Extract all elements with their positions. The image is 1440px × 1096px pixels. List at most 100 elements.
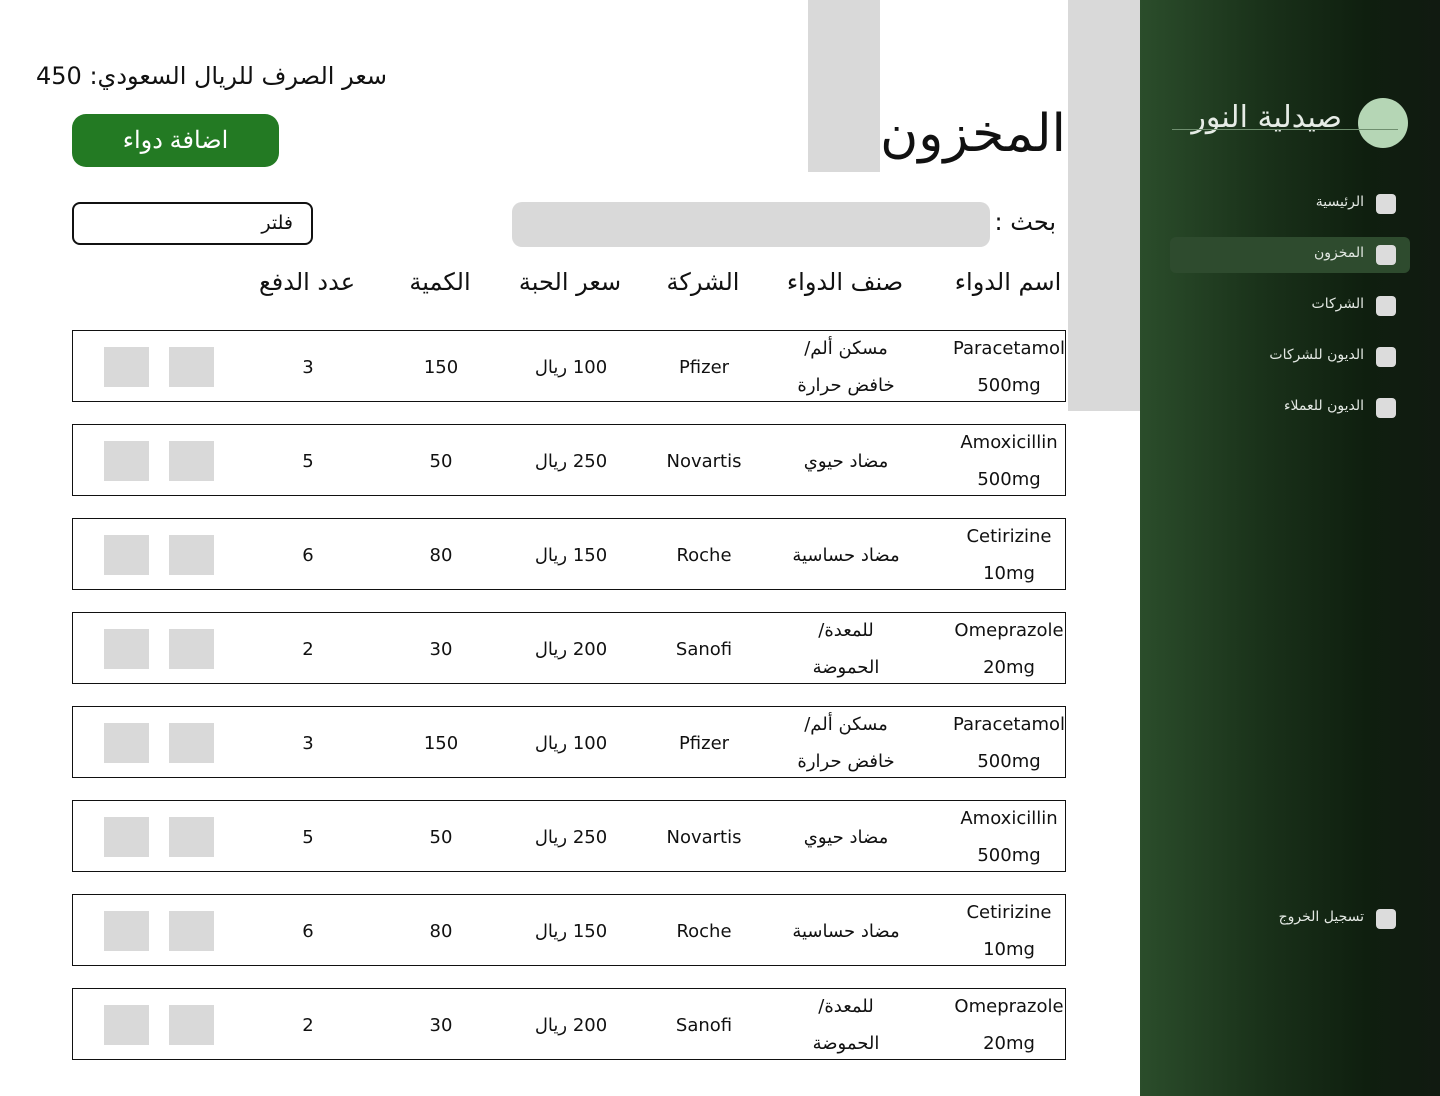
medicine-category-cell: مضاد حيوي (804, 425, 888, 497)
medicine-category-cell-line: مضاد حيوي (803, 826, 889, 848)
medicine-category-cell: مسكن ألم/خافض حرارة (797, 331, 894, 403)
medicine-category-cell-line: مسكن ألم/ (804, 338, 888, 359)
medicine-category-cell: مضاد حساسية (792, 519, 899, 591)
medicine-category-cell-line: للمعدة/ (818, 620, 874, 641)
medicine-name-cell: Omeprazole 20mg (954, 989, 1063, 1061)
row-action-button-delete[interactable] (104, 535, 149, 575)
sidebar-item-customer-debts[interactable]: الديون للعملاء (1170, 390, 1410, 426)
filter-label: فلتر (261, 212, 293, 234)
medicine-category-cell-line: مضاد حساسية (792, 544, 900, 566)
row-action-button-delete[interactable] (104, 1005, 149, 1045)
table-row: Cetirizine 10mg مضاد حساسية Roche 150 ريال 80… (72, 894, 1066, 966)
medicine-category-cell: مضاد حيوي (804, 801, 888, 873)
medicine-category-cell-line: خافض حرارة (797, 751, 895, 772)
medicine-name-cell-line: 20mg (983, 657, 1035, 678)
payments-cell: 6 (302, 544, 314, 566)
price-cell: 100 ريال (534, 732, 608, 754)
table-row: Amoxicillin 500mg مضاد حيوي Novartis 250 ريا… (72, 424, 1066, 496)
sidebar-item-inventory[interactable]: المخزون (1170, 237, 1410, 273)
filter-dropdown[interactable]: فلتر (72, 202, 313, 245)
add-medicine-button[interactable]: اضافة دواء (72, 114, 279, 167)
quantity-cell: 30 (429, 638, 453, 660)
medicine-name-cell-line: Cetirizine (966, 526, 1052, 547)
medicine-name-cell: Amoxicillin 500mg (960, 801, 1057, 873)
quantity-cell: 30 (429, 1014, 453, 1036)
row-action-button-delete[interactable] (104, 629, 149, 669)
medicine-category-cell-line: الحموضة (812, 1033, 880, 1054)
decor-block-top (808, 0, 880, 172)
search-input[interactable] (512, 202, 990, 247)
price-cell: 200 ريال (534, 1014, 608, 1036)
table-row: Omeprazole 20mg للمعدة/الحموضة Sanofi 200 ري… (72, 612, 1066, 684)
row-action-button-edit[interactable] (169, 347, 214, 387)
payments-cell: 2 (302, 1014, 314, 1036)
price-cell: 200 ريال (534, 638, 608, 660)
column-header-category: صنف الدواء (786, 268, 904, 296)
payments-cell: 3 (302, 356, 314, 378)
medicine-name-cell-line: 500mg (977, 469, 1041, 490)
column-header-payments: عدد الدفع (258, 268, 356, 296)
sidebar-item-label: الديون للعملاء (1283, 398, 1364, 414)
medicine-name-cell-line: Cetirizine (966, 902, 1052, 923)
row-action-button-delete[interactable] (104, 347, 149, 387)
row-action-button-edit[interactable] (169, 723, 214, 763)
medicine-category-cell: للمعدة/الحموضة (813, 613, 880, 685)
row-action-button-delete[interactable] (104, 817, 149, 857)
brand: صيدلية النور (1170, 96, 1410, 150)
table-row: Omeprazole 20mg للمعدة/الحموضة Sanofi 200 ري… (72, 988, 1066, 1060)
quantity-cell: 150 (423, 732, 459, 754)
checkbox-icon (1376, 398, 1396, 418)
payments-cell: 5 (302, 450, 314, 472)
medicine-name-cell: Cetirizine 10mg (966, 895, 1051, 967)
medicine-category-cell: للمعدة/الحموضة (813, 989, 880, 1061)
table-row: Cetirizine 10mg مضاد حساسية Roche 150 ريال 80… (72, 518, 1066, 590)
row-action-button-edit[interactable] (169, 535, 214, 575)
price-cell: 150 ريال (534, 920, 608, 942)
sidebar-item-home[interactable]: الرئيسية (1170, 186, 1410, 222)
checkbox-icon (1376, 347, 1396, 367)
checkbox-icon (1376, 296, 1396, 316)
decor-block-right (1068, 0, 1140, 411)
logout-label: تسجيل الخروج (1278, 909, 1364, 925)
quantity-cell: 50 (429, 450, 453, 472)
brand-divider (1172, 129, 1398, 130)
row-action-button-edit[interactable] (169, 817, 214, 857)
page-title: المخزون (880, 104, 1066, 164)
medicine-name-cell-line: Amoxicillin (960, 432, 1058, 453)
medicine-name-cell-line: Paracetamol (952, 714, 1066, 735)
medicine-name-cell: Cetirizine 10mg (966, 519, 1051, 591)
medicine-name-cell-line: Omeprazole (954, 996, 1064, 1017)
column-header-name: اسم الدواء (954, 268, 1062, 296)
row-action-button-delete[interactable] (104, 441, 149, 481)
quantity-cell: 50 (429, 826, 453, 848)
medicine-category-cell-line: مضاد حساسية (792, 920, 900, 942)
column-header-quantity: الكمية (409, 268, 471, 296)
row-action-button-delete[interactable] (104, 911, 149, 951)
search-label: بحث : (994, 208, 1056, 236)
medicine-category-cell-line: مضاد حيوي (803, 450, 889, 472)
logout-button[interactable]: تسجيل الخروج (1170, 901, 1410, 937)
medicine-name-cell-line: 500mg (977, 845, 1041, 866)
row-action-button-edit[interactable] (169, 441, 214, 481)
medicine-name-cell: Omeprazole 20mg (954, 613, 1063, 685)
row-action-button-delete[interactable] (104, 723, 149, 763)
sidebar-item-company-debts[interactable]: الديون للشركات (1170, 339, 1410, 375)
medicine-category-cell-line: للمعدة/ (818, 996, 874, 1017)
row-action-button-edit[interactable] (169, 629, 214, 669)
exchange-rate: سعر الصرف للريال السعودي: 450 (36, 62, 388, 90)
sidebar-nav: الرئيسية المخزون الشركات الديون للشركات … (1170, 186, 1410, 441)
medicine-name-cell-line: 500mg (977, 375, 1041, 396)
price-cell: 100 ريال (534, 356, 608, 378)
payments-cell: 5 (302, 826, 314, 848)
company-cell: Pfizer (678, 356, 730, 378)
quantity-cell: 80 (429, 920, 453, 942)
medicine-category-cell: مسكن ألم/خافض حرارة (797, 707, 894, 779)
sidebar-item-companies[interactable]: الشركات (1170, 288, 1410, 324)
quantity-cell: 150 (423, 356, 459, 378)
checkbox-icon (1376, 909, 1396, 929)
quantity-cell: 80 (429, 544, 453, 566)
row-action-button-edit[interactable] (169, 911, 214, 951)
column-header-price: سعر الحبة (518, 268, 622, 296)
medicine-name-cell-line: Paracetamol (952, 338, 1066, 359)
row-action-button-edit[interactable] (169, 1005, 214, 1045)
